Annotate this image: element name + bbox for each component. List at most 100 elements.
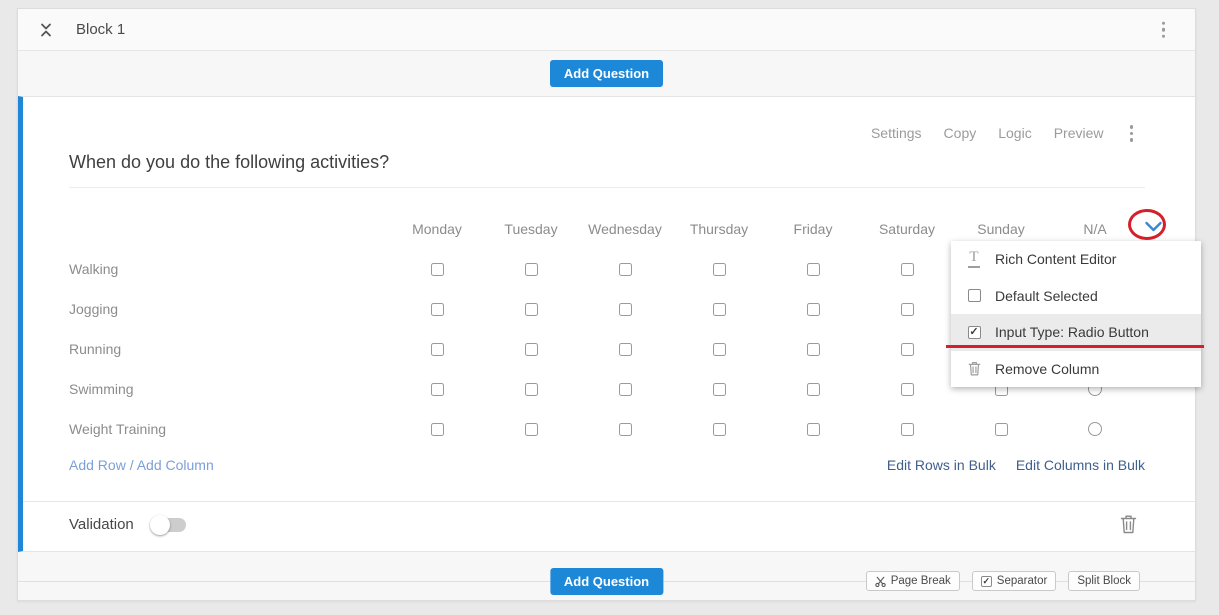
matrix-cell	[766, 409, 860, 449]
checkbox-icon[interactable]	[807, 303, 820, 316]
column-header[interactable]: Thursday	[672, 209, 766, 249]
add-column-link[interactable]: Add Column	[137, 457, 214, 473]
add-row-link[interactable]: Add Row	[69, 457, 126, 473]
checkbox-icon[interactable]	[619, 263, 632, 276]
matrix-cell	[672, 249, 766, 289]
matrix-cell	[578, 369, 672, 409]
menu-item-label: Input Type: Radio Button	[995, 324, 1149, 340]
matrix-cell	[860, 409, 954, 449]
page-break-label: Page Break	[891, 575, 951, 587]
settings-link[interactable]: Settings	[871, 125, 922, 141]
edit-rows-bulk-link[interactable]: Edit Rows in Bulk	[887, 457, 996, 473]
matrix-cell	[954, 409, 1048, 449]
checkbox-icon[interactable]	[431, 383, 444, 396]
matrix-cell	[390, 409, 484, 449]
collapse-icon	[38, 22, 54, 38]
matrix-cell	[766, 249, 860, 289]
checkbox-icon[interactable]	[525, 343, 538, 356]
block-options-kebab-icon[interactable]	[1158, 17, 1170, 42]
menu-item-label: Default Selected	[995, 288, 1098, 304]
matrix-cell	[860, 329, 954, 369]
matrix-cell	[484, 289, 578, 329]
checkbox-icon[interactable]	[713, 423, 726, 436]
menu-item-rich-content-editor[interactable]: T Rich Content Editor	[951, 241, 1201, 278]
radio-icon[interactable]	[1088, 422, 1102, 436]
checkbox-icon[interactable]	[525, 303, 538, 316]
checkbox-icon[interactable]	[713, 303, 726, 316]
question-options-kebab-icon[interactable]	[1126, 121, 1138, 146]
matrix-cell	[578, 329, 672, 369]
split-block-button[interactable]: Split Block	[1068, 571, 1140, 591]
separator-button[interactable]: ✓ Separator	[972, 571, 1057, 591]
checkbox-icon[interactable]	[619, 343, 632, 356]
checkbox-icon[interactable]	[431, 263, 444, 276]
matrix-cell	[672, 369, 766, 409]
matrix-row-label[interactable]: Walking	[69, 249, 390, 289]
matrix-cell	[766, 369, 860, 409]
checkbox-icon[interactable]	[431, 423, 444, 436]
scissors-icon	[875, 576, 886, 587]
matrix-cell	[672, 409, 766, 449]
column-header[interactable]: Wednesday	[578, 209, 672, 249]
menu-item-remove-column[interactable]: Remove Column	[951, 351, 1201, 388]
checkbox-icon[interactable]	[713, 263, 726, 276]
checkbox-icon[interactable]	[713, 343, 726, 356]
checkbox-icon[interactable]	[525, 383, 538, 396]
matrix-row-label[interactable]: Swimming	[69, 369, 390, 409]
checkbox-icon[interactable]	[807, 343, 820, 356]
checkbox-icon[interactable]	[619, 383, 632, 396]
checkbox-icon[interactable]	[807, 383, 820, 396]
checkbox-icon[interactable]	[995, 423, 1008, 436]
checkbox-icon[interactable]	[807, 423, 820, 436]
checkbox-icon[interactable]	[431, 303, 444, 316]
matrix-cell	[1048, 409, 1142, 449]
column-options-menu: T Rich Content Editor Default Selected ✓…	[951, 241, 1201, 387]
menu-item-label: Rich Content Editor	[995, 251, 1116, 267]
menu-item-default-selected[interactable]: Default Selected	[951, 278, 1201, 315]
delete-question-button[interactable]	[1120, 514, 1138, 534]
checkbox-icon[interactable]	[619, 303, 632, 316]
checkbox-icon[interactable]	[807, 263, 820, 276]
checkbox-icon[interactable]	[901, 423, 914, 436]
edit-columns-bulk-link[interactable]: Edit Columns in Bulk	[1016, 457, 1145, 473]
validation-label: Validation	[69, 516, 134, 533]
column-header[interactable]: Saturday	[860, 209, 954, 249]
validation-toggle[interactable]	[152, 518, 186, 532]
page-break-button[interactable]: Page Break	[866, 571, 960, 591]
block-title[interactable]: Block 1	[76, 21, 125, 38]
column-header[interactable]: Friday	[766, 209, 860, 249]
matrix-cell	[484, 249, 578, 289]
matrix-row-label[interactable]: Jogging	[69, 289, 390, 329]
checkbox-icon[interactable]	[901, 263, 914, 276]
preview-link[interactable]: Preview	[1054, 125, 1104, 141]
checkbox-icon[interactable]	[901, 343, 914, 356]
checkbox-icon[interactable]	[619, 423, 632, 436]
matrix-cell	[390, 369, 484, 409]
annotation-underline	[946, 345, 1204, 348]
matrix-cell	[766, 289, 860, 329]
column-header[interactable]: Monday	[390, 209, 484, 249]
copy-link[interactable]: Copy	[944, 125, 977, 141]
checkbox-icon[interactable]	[431, 343, 444, 356]
checkbox-icon[interactable]	[713, 383, 726, 396]
add-question-button-top[interactable]: Add Question	[550, 60, 663, 87]
add-question-button-bottom[interactable]: Add Question	[550, 568, 663, 595]
card-divider	[23, 501, 1195, 502]
question-title[interactable]: When do you do the following activities?	[69, 152, 1145, 188]
matrix-row-label[interactable]: Weight Training	[69, 409, 390, 449]
checkbox-icon[interactable]	[901, 303, 914, 316]
matrix-row-label[interactable]: Running	[69, 329, 390, 369]
matrix-cell	[484, 409, 578, 449]
bulk-edit-links: Edit Rows in Bulk Edit Columns in Bulk	[887, 457, 1145, 473]
column-header[interactable]: Tuesday	[484, 209, 578, 249]
toggle-knob	[150, 515, 170, 535]
checkbox-icon[interactable]	[525, 263, 538, 276]
checkbox-icon[interactable]	[901, 383, 914, 396]
collapse-block-icon[interactable]	[38, 22, 54, 38]
checkbox-icon[interactable]	[525, 423, 538, 436]
matrix-cell	[390, 329, 484, 369]
matrix-cell	[578, 409, 672, 449]
logic-link[interactable]: Logic	[998, 125, 1031, 141]
matrix-cell	[390, 289, 484, 329]
matrix-cell	[390, 249, 484, 289]
